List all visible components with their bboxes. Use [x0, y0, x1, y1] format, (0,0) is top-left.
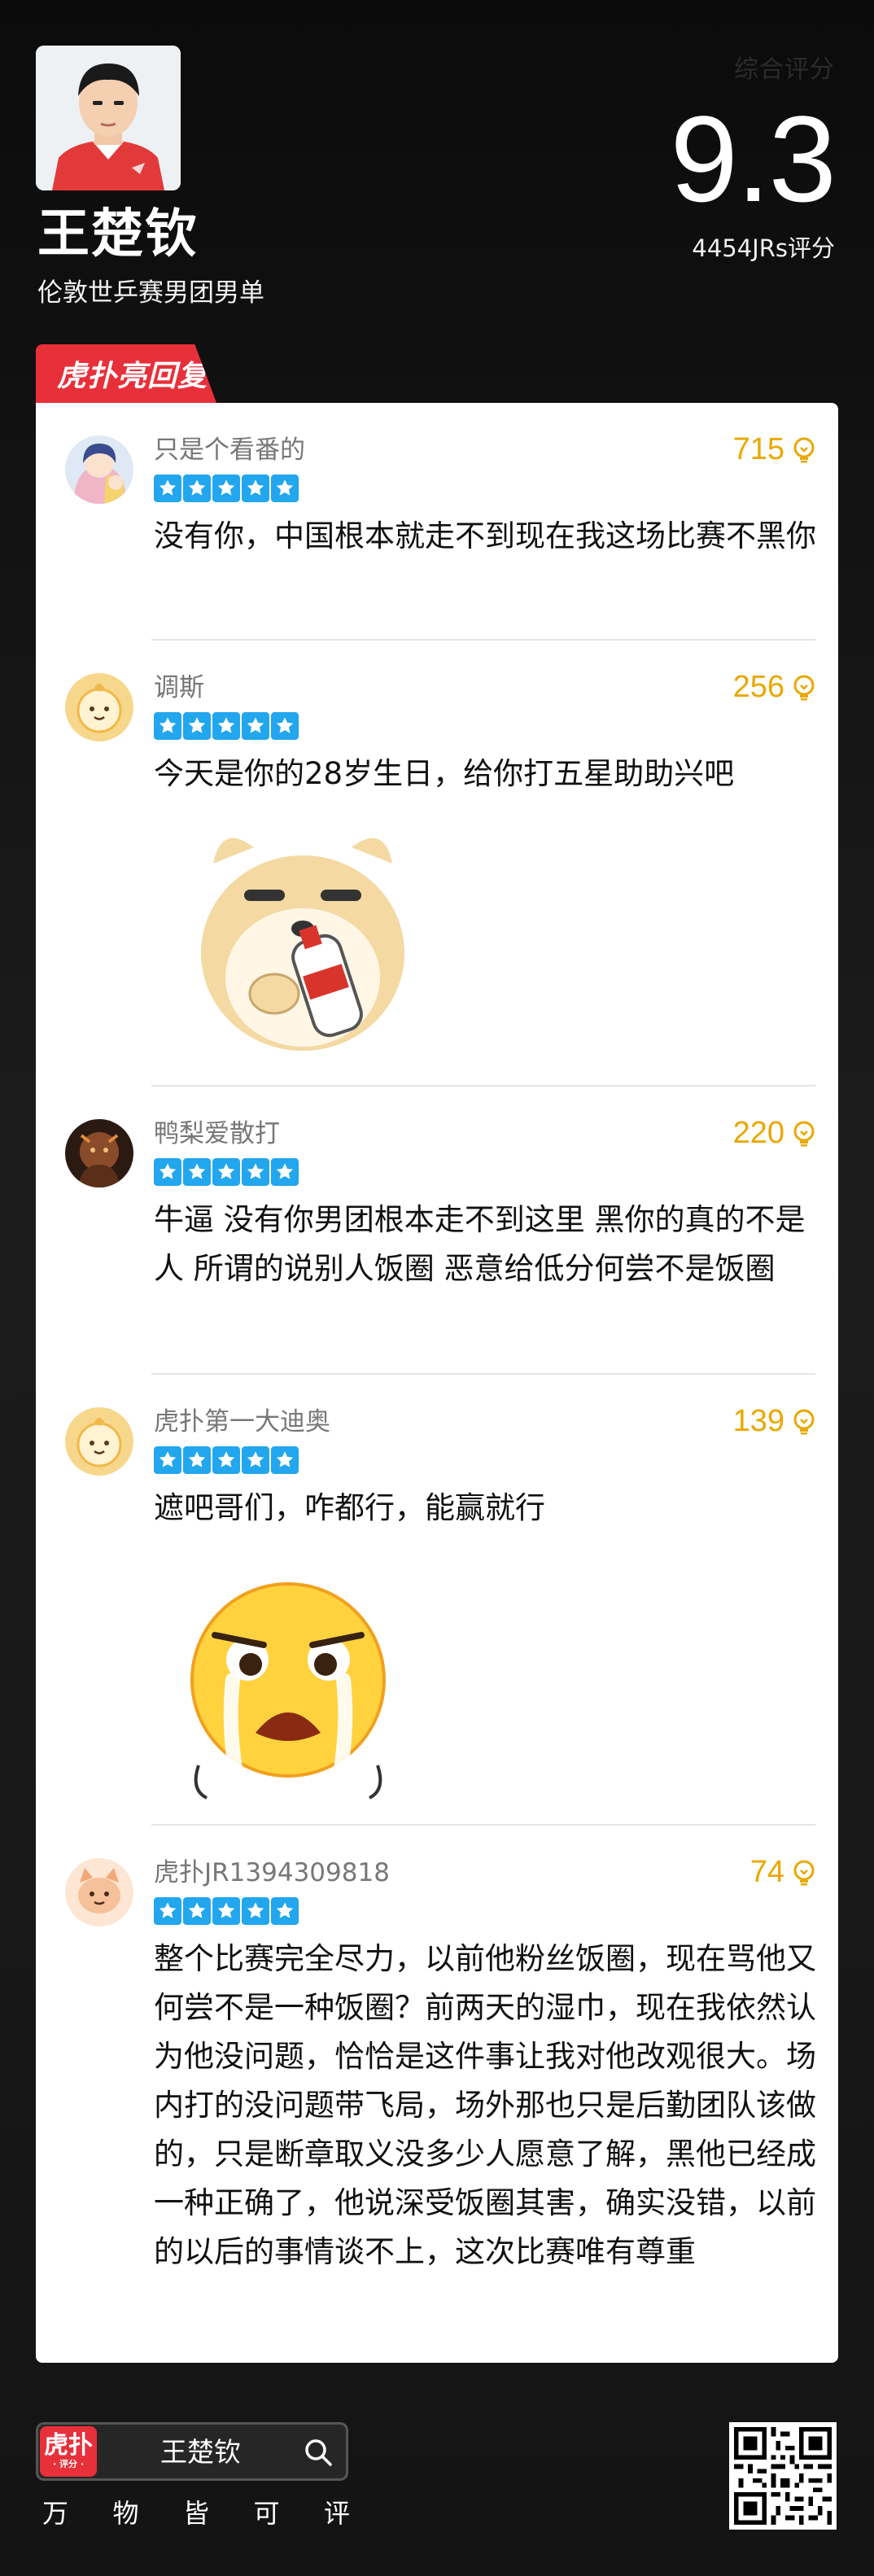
star-rating: [154, 1446, 299, 1474]
star-icon: [242, 475, 269, 502]
star-icon: [154, 1446, 181, 1474]
username[interactable]: 调斯: [154, 671, 204, 704]
star-icon: [242, 1897, 269, 1925]
like-count[interactable]: 220: [733, 1116, 815, 1151]
user-avatar[interactable]: [65, 1407, 133, 1476]
comment-text: 整个比赛完全尽力，以前他粉丝饭圈，现在骂他又何尝不是一种饭圈？前两天的湿巾，现在…: [154, 1941, 816, 2269]
comment-text: 没有你，中国根本就走不到现在我这场比赛不黑你: [154, 518, 816, 553]
star-icon: [154, 1158, 181, 1186]
qr-code[interactable]: [729, 2422, 837, 2530]
score-value: 9.3: [670, 90, 837, 227]
star-icon: [271, 475, 299, 502]
star-icon: [212, 712, 240, 740]
star-icon: [183, 1446, 211, 1474]
score-caption: 综合评分: [734, 55, 835, 84]
event-subtitle: 伦敦世乒赛男团男单: [37, 278, 264, 308]
like-count-value: 74: [749, 1855, 784, 1889]
like-count[interactable]: 256: [733, 670, 815, 705]
star-icon: [242, 712, 269, 740]
star-icon: [154, 712, 181, 740]
comment-text: 今天是你的28岁生日，给你打五星助助兴吧: [154, 756, 735, 791]
user-avatar[interactable]: [65, 673, 133, 741]
star-icon: [183, 475, 211, 502]
star-icon: [212, 1158, 240, 1186]
star-icon: [212, 1446, 240, 1474]
slogan-char: 评: [323, 2498, 352, 2529]
like-count[interactable]: 715: [733, 432, 815, 467]
star-icon: [154, 475, 181, 502]
star-rating: [154, 1158, 299, 1186]
star-icon: [183, 1897, 211, 1925]
username[interactable]: 鸭梨爱散打: [154, 1117, 280, 1150]
star-icon: [212, 1897, 240, 1925]
header: 王楚钦 伦敦世乒赛男团男单 综合评分 9.3 4454JRs评分: [0, 0, 874, 342]
lightbulb-icon: [793, 675, 815, 700]
star-icon: [271, 1158, 299, 1186]
like-count-value: 220: [732, 1116, 784, 1150]
star-rating: [154, 1897, 299, 1925]
player-avatar[interactable]: [36, 46, 181, 190]
like-count-value: 139: [732, 1404, 784, 1438]
username[interactable]: 只是个看番的: [154, 434, 305, 466]
lightbulb-icon: [793, 1121, 815, 1146]
logo-sub-text: · 评分 ·: [52, 2459, 85, 2469]
star-icon: [271, 1446, 299, 1474]
star-icon: [212, 475, 240, 502]
divider: [151, 1824, 815, 1826]
divider: [151, 1373, 815, 1375]
logo-main-text: 虎扑: [44, 2431, 93, 2460]
slogan-char: 万: [42, 2498, 71, 2529]
lightbulb-icon: [793, 1409, 815, 1434]
player-name: 王楚钦: [37, 204, 199, 265]
dog-holding-bottle-sticker[interactable]: [181, 815, 425, 1062]
star-icon: [183, 1158, 211, 1186]
comment-text: 牛逼 没有你男团根本走不到这里 黑你的真的不是人 所谓的说别人饭圈 恶意给低分何…: [154, 1202, 806, 1286]
search-bar[interactable]: 虎扑 · 评分 · 王楚钦: [36, 2422, 348, 2481]
star-icon: [154, 1897, 181, 1925]
search-query: 王楚钦: [160, 2436, 241, 2468]
like-count[interactable]: 74: [750, 1855, 815, 1890]
divider: [151, 1085, 815, 1087]
star-icon: [242, 1446, 269, 1474]
hot-replies-tag: 虎扑亮回复: [36, 344, 216, 403]
divider: [151, 639, 815, 641]
hupu-logo: 虎扑 · 评分 ·: [40, 2426, 97, 2477]
search-icon[interactable]: [302, 2436, 334, 2469]
star-icon: [242, 1158, 269, 1186]
username[interactable]: 虎扑JR1394309818: [154, 1857, 390, 1889]
user-avatar[interactable]: [65, 435, 133, 504]
like-count-value: 256: [732, 670, 784, 704]
user-avatar[interactable]: [65, 1119, 133, 1187]
slogan-char: 可: [253, 2498, 282, 2529]
slogan: 万 物 皆 可 评: [42, 2493, 352, 2530]
rating-count: 4454JRs评分: [692, 234, 835, 262]
user-avatar[interactable]: [65, 1858, 133, 1927]
star-rating: [154, 712, 299, 740]
crying-emoji-sticker[interactable]: [166, 1570, 410, 1817]
star-icon: [183, 712, 211, 740]
like-count-value: 715: [732, 432, 784, 466]
star-rating: [154, 475, 299, 502]
like-count[interactable]: 139: [733, 1404, 815, 1439]
slogan-char: 皆: [182, 2498, 211, 2529]
comment-text: 遮吧哥们，咋都行，能赢就行: [154, 1490, 545, 1525]
slogan-char: 物: [112, 2498, 141, 2529]
username[interactable]: 虎扑第一大迪奥: [154, 1406, 330, 1438]
score-block: 9.3 4454JRs评分: [670, 90, 837, 264]
lightbulb-icon: [793, 437, 815, 462]
star-icon: [271, 1897, 299, 1925]
star-icon: [271, 712, 299, 740]
comments-card: 只是个看番的 715 没有你，中国根本就走不到现在我这场比赛不黑你 调斯 256…: [36, 403, 838, 2363]
lightbulb-icon: [793, 1860, 815, 1885]
